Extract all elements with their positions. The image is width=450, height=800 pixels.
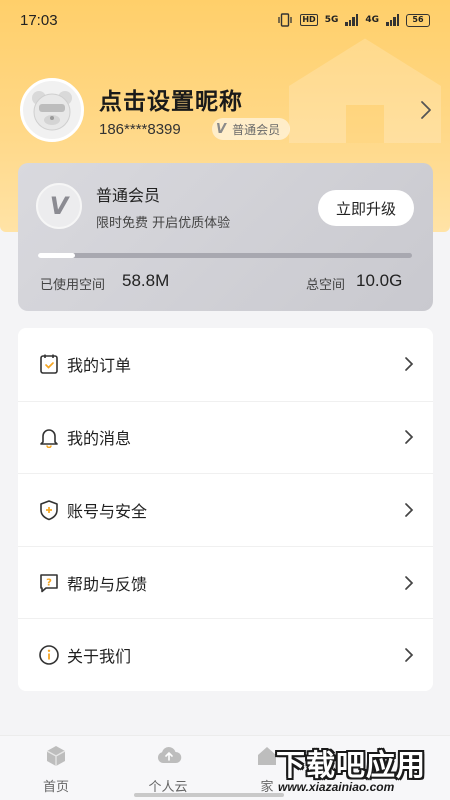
battery-icon: 56 [406, 13, 430, 27]
chevron-right-icon [405, 430, 414, 445]
menu-item-label: 账号与安全 [67, 501, 148, 521]
total-space-label: 总空间 [306, 278, 346, 293]
total-space-value: 10.0G [356, 271, 403, 290]
nav-label: 首页 [42, 780, 69, 795]
menu-item-label: 我的消息 [67, 429, 132, 449]
status-bar: 17:03 HD 5G 4G 56 [0, 0, 450, 40]
status-time: 17:03 [20, 11, 58, 29]
vip-badge-letter: V [49, 192, 69, 220]
membership-title: 普通会员 [96, 186, 161, 205]
hd-icon: HD [300, 14, 318, 26]
membership-card: V 普通会员 限时免费 开启优质体验 立即升级 已使用空间 58.8M 总空间 … [18, 163, 433, 311]
vibrate-icon [278, 13, 292, 27]
menu-item-about-us[interactable]: 关于我们 [18, 618, 433, 691]
chevron-right-icon[interactable] [420, 100, 432, 120]
watermark: 下载吧应用 www.xiazainiao.com [268, 740, 450, 800]
menu-item-messages[interactable]: 我的消息 [18, 400, 433, 474]
menu-item-account-security[interactable]: 账号与安全 [18, 473, 433, 546]
shield-icon [40, 500, 58, 521]
order-icon [40, 354, 58, 375]
used-space-value: 58.8M [122, 271, 170, 290]
help-icon: ? [40, 573, 58, 592]
signal-4g-icon [386, 14, 399, 26]
menu-item-label: 帮助与反馈 [67, 574, 148, 594]
network-4g-label: 4G [365, 15, 379, 25]
nav-item-home[interactable]: 首页 [21, 736, 91, 800]
watermark-main-text: 下载吧应用 [276, 748, 427, 782]
info-icon [39, 645, 59, 665]
cloud-upload-icon [157, 746, 182, 763]
vip-badge-icon: V [36, 183, 82, 229]
chevron-right-icon [405, 503, 414, 517]
vip-v-icon: V [216, 121, 227, 137]
bear-avatar-icon [32, 91, 72, 131]
chevron-right-icon [405, 648, 414, 663]
avatar[interactable] [20, 78, 84, 142]
storage-progress-bar [38, 253, 412, 258]
used-space-label: 已使用空间 [40, 278, 106, 293]
settings-menu: 我的订单 我的消息 账号与安全 ? 帮助与反馈 关于我们 [18, 328, 433, 691]
nickname-label[interactable]: 点击设置昵称 [99, 82, 243, 116]
menu-item-label: 我的订单 [67, 356, 132, 376]
phone-number: 186****8399 [99, 121, 181, 138]
storage-progress-fill [38, 253, 76, 258]
chevron-right-icon [405, 575, 414, 590]
member-tag: V 普通会员 [212, 118, 291, 140]
member-tag-label: 普通会员 [232, 122, 281, 137]
status-icons: HD 5G 4G 56 [277, 13, 430, 27]
watermark-url: www.xiazainiao.com [278, 780, 395, 794]
chevron-right-icon [405, 357, 414, 372]
menu-item-orders[interactable]: 我的订单 [18, 328, 433, 401]
menu-item-help-feedback[interactable]: ? 帮助与反馈 [18, 545, 433, 619]
network-5g-label: 5G [324, 15, 339, 25]
home-indicator [134, 793, 284, 797]
nav-item-personal-cloud[interactable]: 个人云 [133, 736, 203, 800]
svg-text:?: ? [46, 577, 52, 588]
bell-icon [40, 429, 58, 449]
membership-subtitle: 限时免费 开启优质体验 [96, 216, 231, 231]
upgrade-button[interactable]: 立即升级 [318, 190, 414, 226]
signal-5g-icon [345, 14, 359, 26]
box-icon [46, 746, 66, 766]
menu-item-label: 关于我们 [67, 647, 132, 667]
